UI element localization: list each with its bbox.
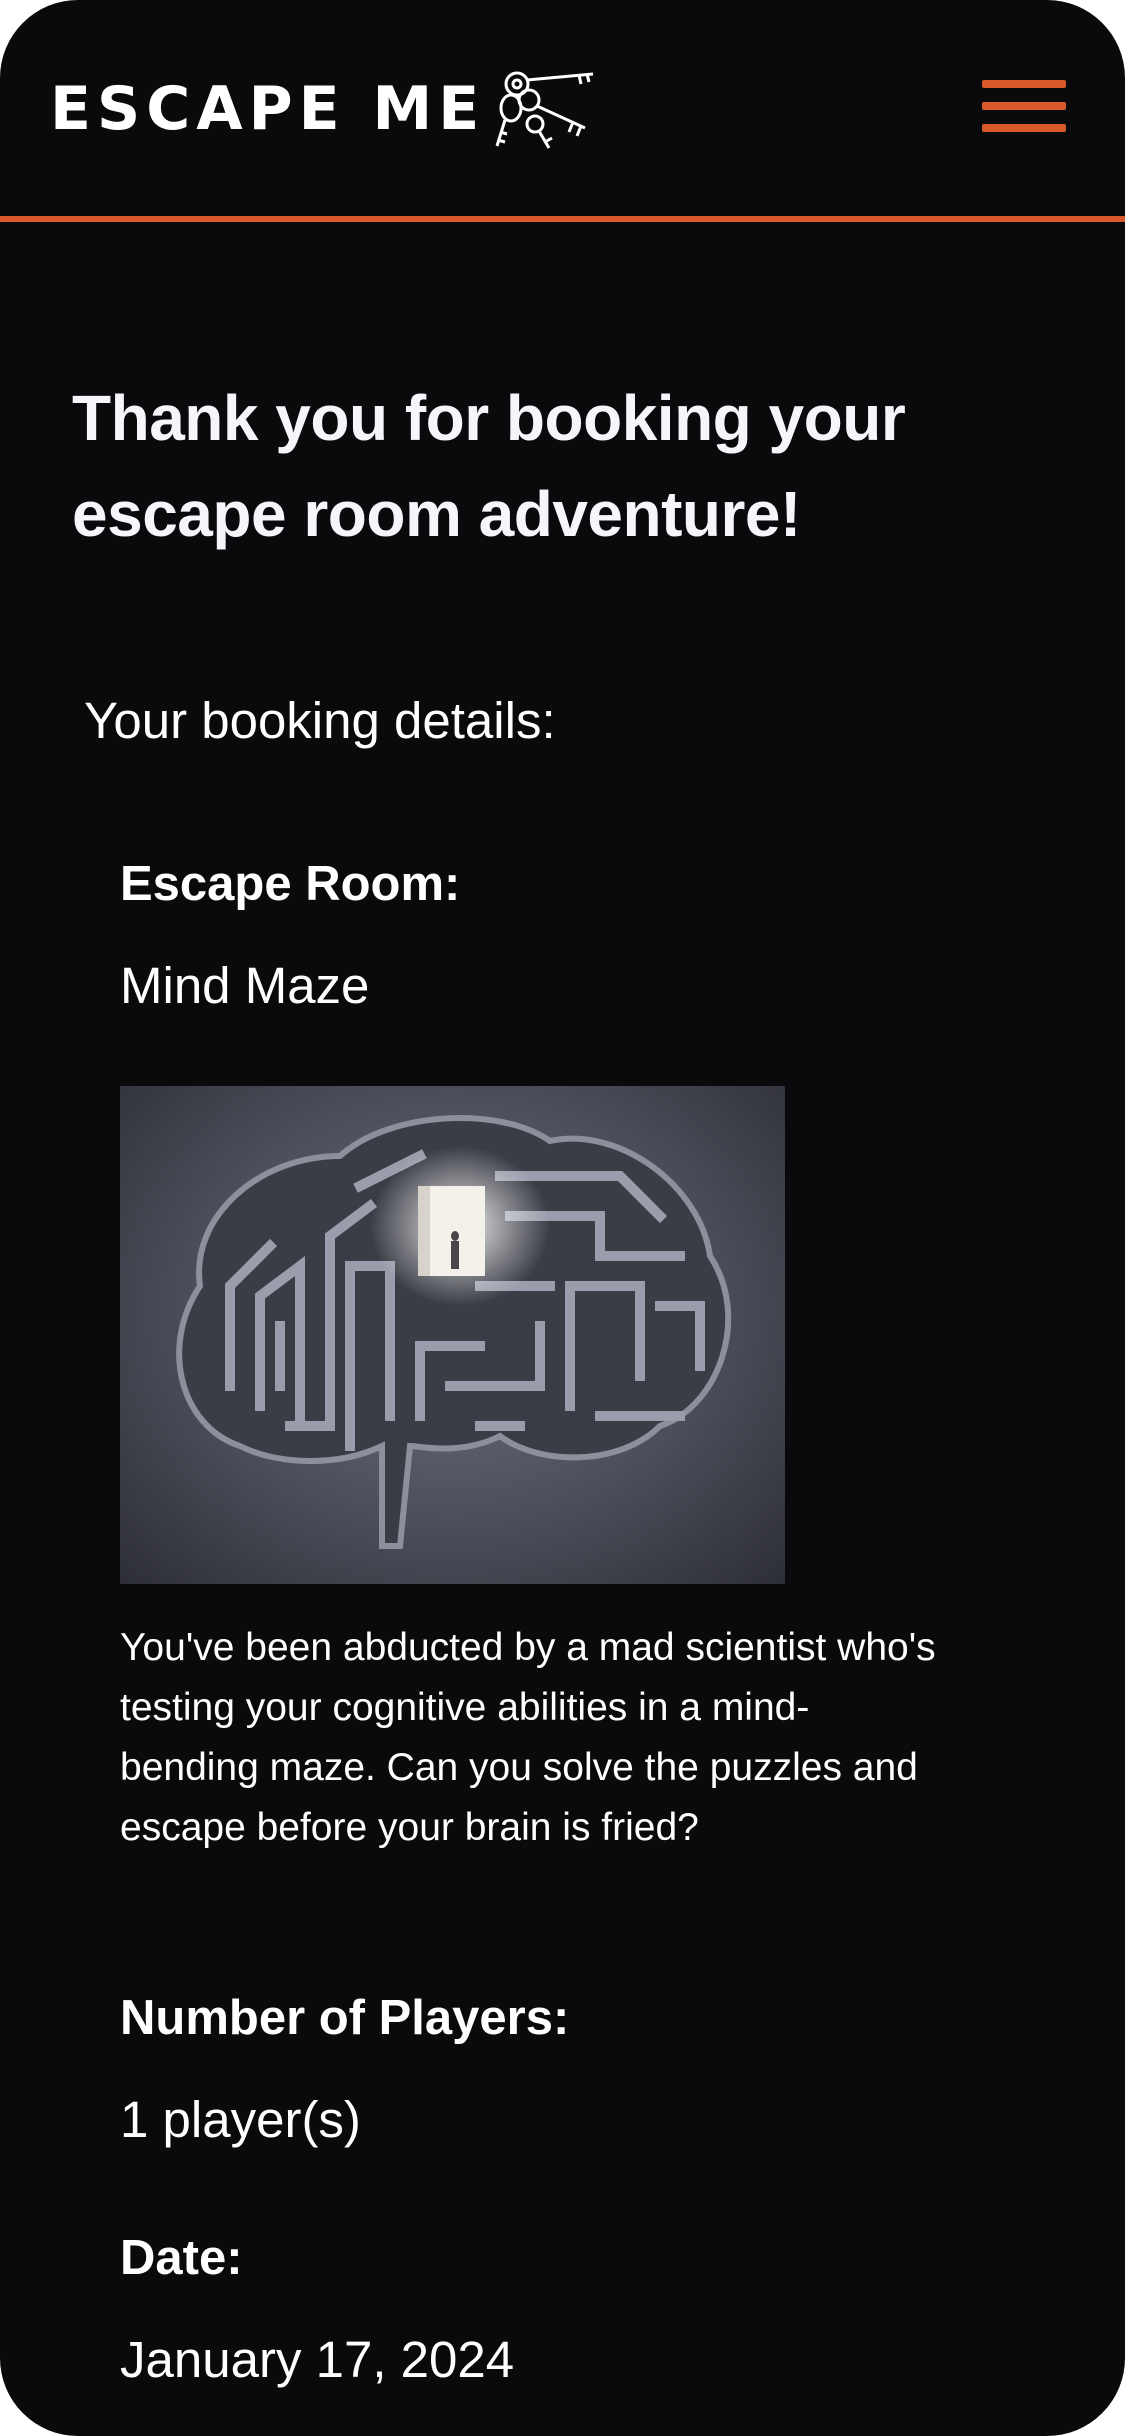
app-screen: ESCAPE ME Thank you for booking your esc… <box>0 0 1125 2436</box>
brand-name: ESCAPE ME <box>50 74 486 144</box>
menu-bar <box>982 102 1066 110</box>
menu-bar <box>982 124 1066 132</box>
players-label: Number of Players: <box>120 1991 570 2045</box>
brain-maze-image <box>120 1086 785 1584</box>
keys-icon <box>495 71 594 149</box>
room-description: You've been abducted by a mad scientist … <box>120 1626 936 1849</box>
date-value: January 17, 2024 <box>120 2331 515 2388</box>
room-name: Mind Maze <box>120 957 370 1014</box>
brand-logo[interactable]: ESCAPE ME <box>50 66 601 152</box>
players-value: 1 player(s) <box>120 2091 361 2148</box>
header-divider <box>0 216 1125 222</box>
hamburger-menu-icon[interactable] <box>982 80 1066 136</box>
site-header: ESCAPE ME <box>0 0 1125 222</box>
menu-bar <box>982 80 1066 88</box>
page-title: Thank you for booking your escape room a… <box>72 382 906 550</box>
room-label: Escape Room: <box>120 857 461 911</box>
date-label: Date: <box>120 2231 243 2285</box>
details-heading: Your booking details: <box>84 692 556 749</box>
